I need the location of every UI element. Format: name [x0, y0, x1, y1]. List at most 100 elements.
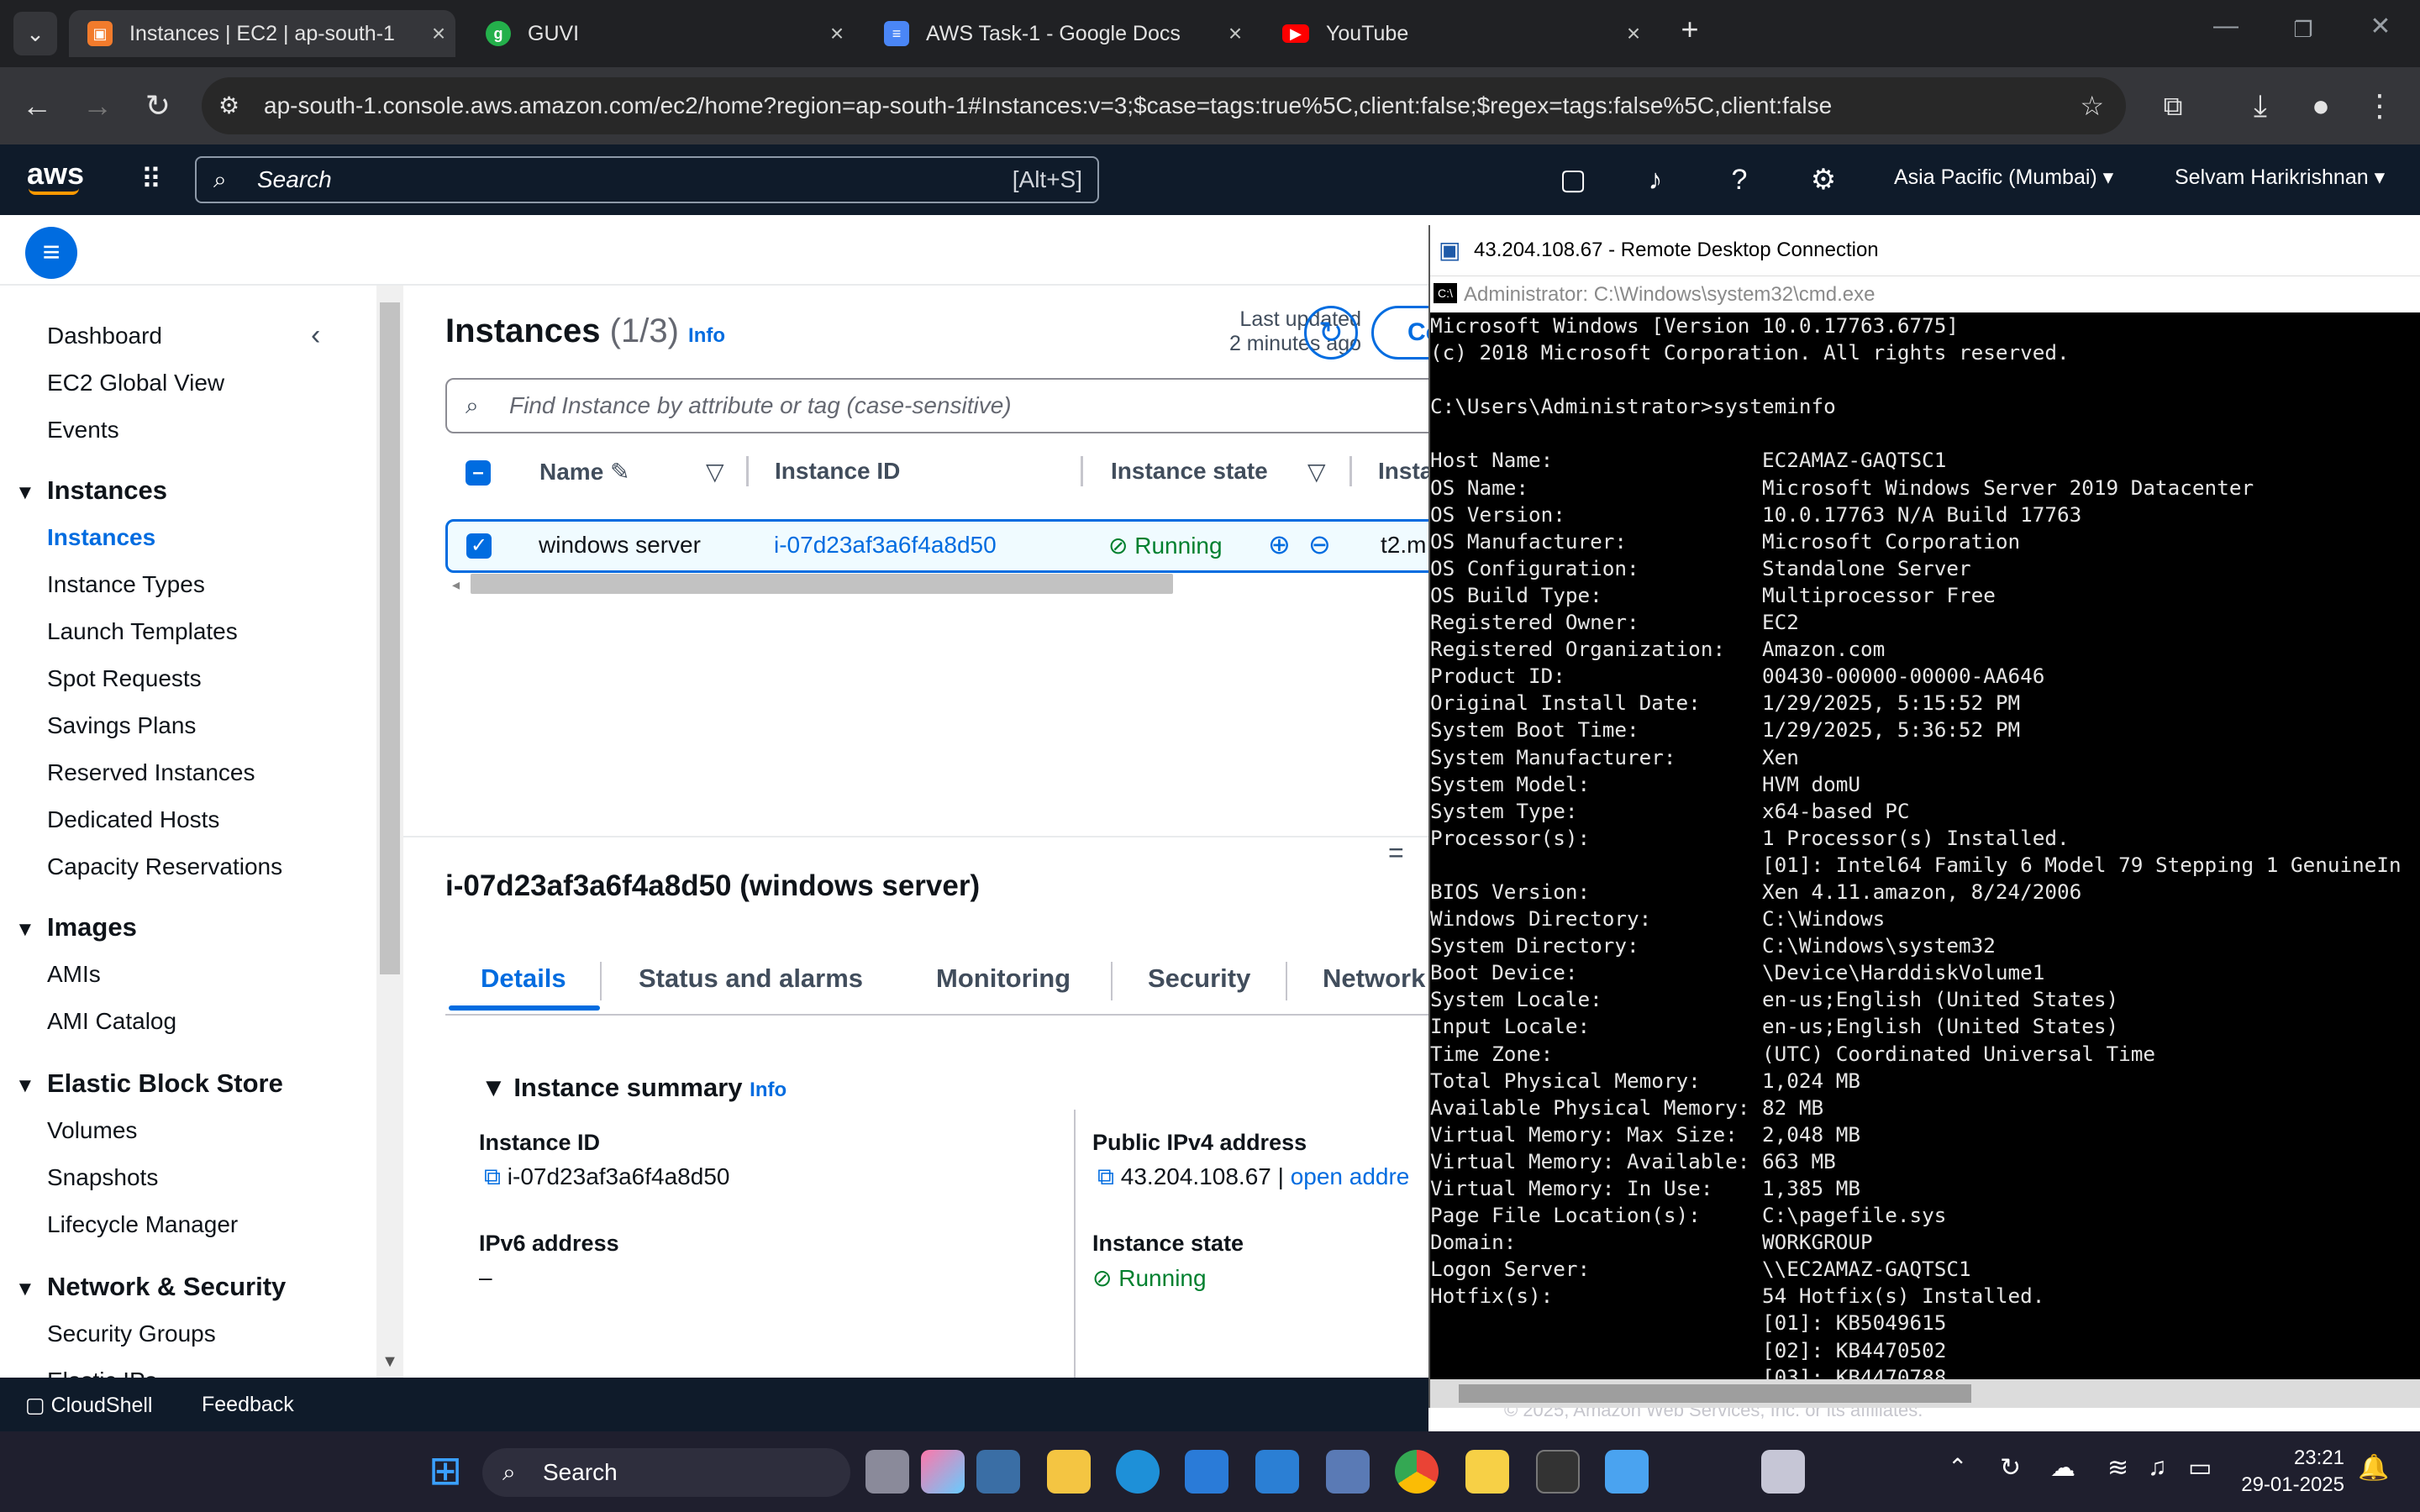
- sidebar-scroll-down-icon[interactable]: ▼: [376, 1352, 403, 1378]
- tab-details[interactable]: Details: [481, 963, 566, 994]
- tab-networking[interactable]: Network: [1323, 963, 1425, 994]
- sidebar-item-dashboard[interactable]: Dashboard: [47, 323, 162, 349]
- tab-ec2-instances[interactable]: ▣ Instances | EC2 | ap-south-1 ×: [69, 10, 455, 57]
- region-selector[interactable]: Asia Pacific (Mumbai) ▾: [1894, 165, 2113, 190]
- notifications-bell-icon[interactable]: ♪: [1635, 160, 1676, 200]
- reload-icon[interactable]: ↻: [138, 86, 178, 126]
- column-separator[interactable]: [746, 456, 749, 486]
- sidebar-item-dedicated-hosts[interactable]: Dedicated Hosts: [47, 806, 219, 833]
- tab-youtube[interactable]: ▶ YouTube ×: [1264, 10, 1650, 57]
- side-nav-toggle-icon[interactable]: ≡: [25, 227, 77, 279]
- site-info-icon[interactable]: ⚙: [218, 77, 239, 134]
- edge-icon[interactable]: [1116, 1450, 1160, 1494]
- instance-summary-header[interactable]: ▼ Instance summary Info: [481, 1073, 786, 1103]
- tab-status-alarms[interactable]: Status and alarms: [639, 963, 863, 994]
- collapse-chevron-icon[interactable]: ‹: [311, 319, 320, 352]
- onedrive-icon[interactable]: ☁: [2050, 1453, 2075, 1483]
- snipping-tool-icon[interactable]: [1761, 1450, 1805, 1494]
- row-checkbox[interactable]: ✓: [466, 533, 492, 559]
- notification-bell-icon[interactable]: 🔔: [2358, 1453, 2389, 1483]
- copy-icon[interactable]: ⧉: [484, 1163, 501, 1189]
- volume-icon[interactable]: ♫: [2148, 1453, 2167, 1482]
- notepad-icon[interactable]: [1605, 1450, 1649, 1494]
- restore-icon[interactable]: ❐: [2282, 17, 2324, 43]
- scroll-left-icon[interactable]: ◂: [452, 576, 460, 594]
- new-tab-icon[interactable]: +: [1669, 12, 1711, 47]
- sidebar-section-instances[interactable]: ▼ Instances: [15, 475, 167, 506]
- bookmark-star-icon[interactable]: ☆: [2080, 77, 2104, 134]
- sidebar-item-instance-types[interactable]: Instance Types: [47, 571, 205, 598]
- zoom-in-icon[interactable]: ⊕: [1268, 528, 1291, 560]
- browser-menu-icon[interactable]: ⋮: [2360, 86, 2400, 126]
- profile-avatar-icon[interactable]: ●: [2301, 86, 2341, 126]
- sidebar-item-global-view[interactable]: EC2 Global View: [47, 370, 224, 396]
- sidebar-section-ebs[interactable]: ▼ Elastic Block Store: [15, 1068, 283, 1099]
- tray-overflow-icon[interactable]: ⌃: [1948, 1453, 1967, 1481]
- chrome-icon[interactable]: [1395, 1450, 1439, 1494]
- sidebar-item-ami-catalog[interactable]: AMI Catalog: [47, 1008, 176, 1035]
- close-tab-icon[interactable]: ×: [820, 20, 854, 47]
- remote-desktop-window[interactable]: ▣ 43.204.108.67 - Remote Desktop Connect…: [1428, 225, 2420, 1408]
- services-grid-icon[interactable]: ⠿: [131, 160, 171, 200]
- copy-icon[interactable]: ⧉: [1097, 1163, 1114, 1189]
- sidebar-item-lifecycle-manager[interactable]: Lifecycle Manager: [47, 1211, 238, 1238]
- help-icon[interactable]: ?: [1719, 160, 1760, 200]
- sidebar-item-events[interactable]: Events: [47, 417, 119, 444]
- cmd-console-output[interactable]: Microsoft Windows [Version 10.0.17763.67…: [1430, 312, 2420, 1379]
- network-app-icon[interactable]: [1326, 1450, 1370, 1494]
- column-separator[interactable]: [1081, 456, 1083, 486]
- app-icon[interactable]: [1185, 1450, 1228, 1494]
- zoom-out-icon[interactable]: ⊖: [1308, 528, 1331, 560]
- sidebar-section-network-security[interactable]: ▼ Network & Security: [15, 1272, 286, 1302]
- instance-id-link[interactable]: i-07d23af3a6f4a8d50: [774, 532, 997, 559]
- refresh-button[interactable]: ↻: [1304, 306, 1358, 360]
- file-explorer-icon[interactable]: [1047, 1450, 1091, 1494]
- sidebar-item-capacity-reservations[interactable]: Capacity Reservations: [47, 853, 282, 880]
- sidebar-item-snapshots[interactable]: Snapshots: [47, 1164, 158, 1191]
- aws-search-input[interactable]: ⌕ Search [Alt+S]: [195, 156, 1099, 203]
- sidebar-item-reserved-instances[interactable]: Reserved Instances: [47, 759, 255, 786]
- sidebar-item-savings-plans[interactable]: Savings Plans: [47, 712, 196, 739]
- close-tab-icon[interactable]: ×: [1218, 20, 1252, 47]
- feedback-link[interactable]: Feedback: [202, 1393, 294, 1417]
- sticky-notes-icon[interactable]: [1465, 1450, 1509, 1494]
- info-link[interactable]: Info: [750, 1079, 786, 1101]
- sidebar-item-instances[interactable]: Instances: [47, 524, 155, 551]
- sort-icon[interactable]: ▽: [706, 458, 724, 486]
- forward-icon[interactable]: →: [77, 86, 118, 126]
- copilot-icon[interactable]: [921, 1450, 965, 1494]
- battery-icon[interactable]: ▭: [2188, 1453, 2212, 1483]
- start-windows-icon[interactable]: ⊞: [424, 1450, 467, 1494]
- sidebar-item-launch-templates[interactable]: Launch Templates: [47, 618, 238, 645]
- sidebar-item-amis[interactable]: AMIs: [47, 961, 101, 988]
- rdp-horizontal-scrollbar[interactable]: [1430, 1379, 2420, 1408]
- wifi-icon[interactable]: ≋: [2107, 1453, 2128, 1483]
- minimize-icon[interactable]: —: [2205, 12, 2247, 40]
- tab-guvi[interactable]: g GUVI ×: [467, 10, 854, 57]
- resize-handle-icon[interactable]: =: [1388, 837, 1404, 869]
- extensions-icon[interactable]: ⧉: [2153, 86, 2193, 126]
- account-menu[interactable]: Selvam Harikrishnan ▾: [2175, 165, 2385, 190]
- sidebar-item-spot-requests[interactable]: Spot Requests: [47, 665, 202, 692]
- cmd-title-bar[interactable]: C:\ Administrator: C:\Windows\system32\c…: [1430, 276, 2420, 312]
- select-all-checkbox[interactable]: –: [466, 460, 491, 486]
- tab-google-docs[interactable]: ≡ AWS Task-1 - Google Docs ×: [865, 10, 1252, 57]
- sync-icon[interactable]: ↻: [2000, 1453, 2021, 1483]
- address-bar[interactable]: ⚙ ap-south-1.console.aws.amazon.com/ec2/…: [202, 77, 2126, 134]
- sidebar-scrollbar[interactable]: [376, 286, 403, 1378]
- sidebar-item-volumes[interactable]: Volumes: [47, 1117, 137, 1144]
- rdp-scroll-thumb[interactable]: [1459, 1384, 1971, 1403]
- column-header-instance-id[interactable]: Instance ID: [775, 458, 900, 485]
- close-window-icon[interactable]: ✕: [2360, 12, 2402, 41]
- sidebar-item-elastic-ips[interactable]: Elastic IPs: [47, 1368, 157, 1378]
- column-separator[interactable]: [1349, 456, 1352, 486]
- vscode-icon[interactable]: [1255, 1450, 1299, 1494]
- close-tab-icon[interactable]: ×: [1617, 20, 1650, 47]
- rdp-title-bar[interactable]: ▣ 43.204.108.67 - Remote Desktop Connect…: [1430, 225, 2420, 276]
- taskbar-search[interactable]: ⌕ Search: [482, 1448, 850, 1497]
- find-instance-input[interactable]: ⌕ Find Instance by attribute or tag (cas…: [445, 378, 1454, 433]
- back-icon[interactable]: ←: [17, 86, 57, 126]
- sidebar-item-security-groups[interactable]: Security Groups: [47, 1320, 216, 1347]
- cloudshell-icon[interactable]: ▢: [1553, 160, 1593, 200]
- download-icon[interactable]: ⤓: [2240, 86, 2281, 126]
